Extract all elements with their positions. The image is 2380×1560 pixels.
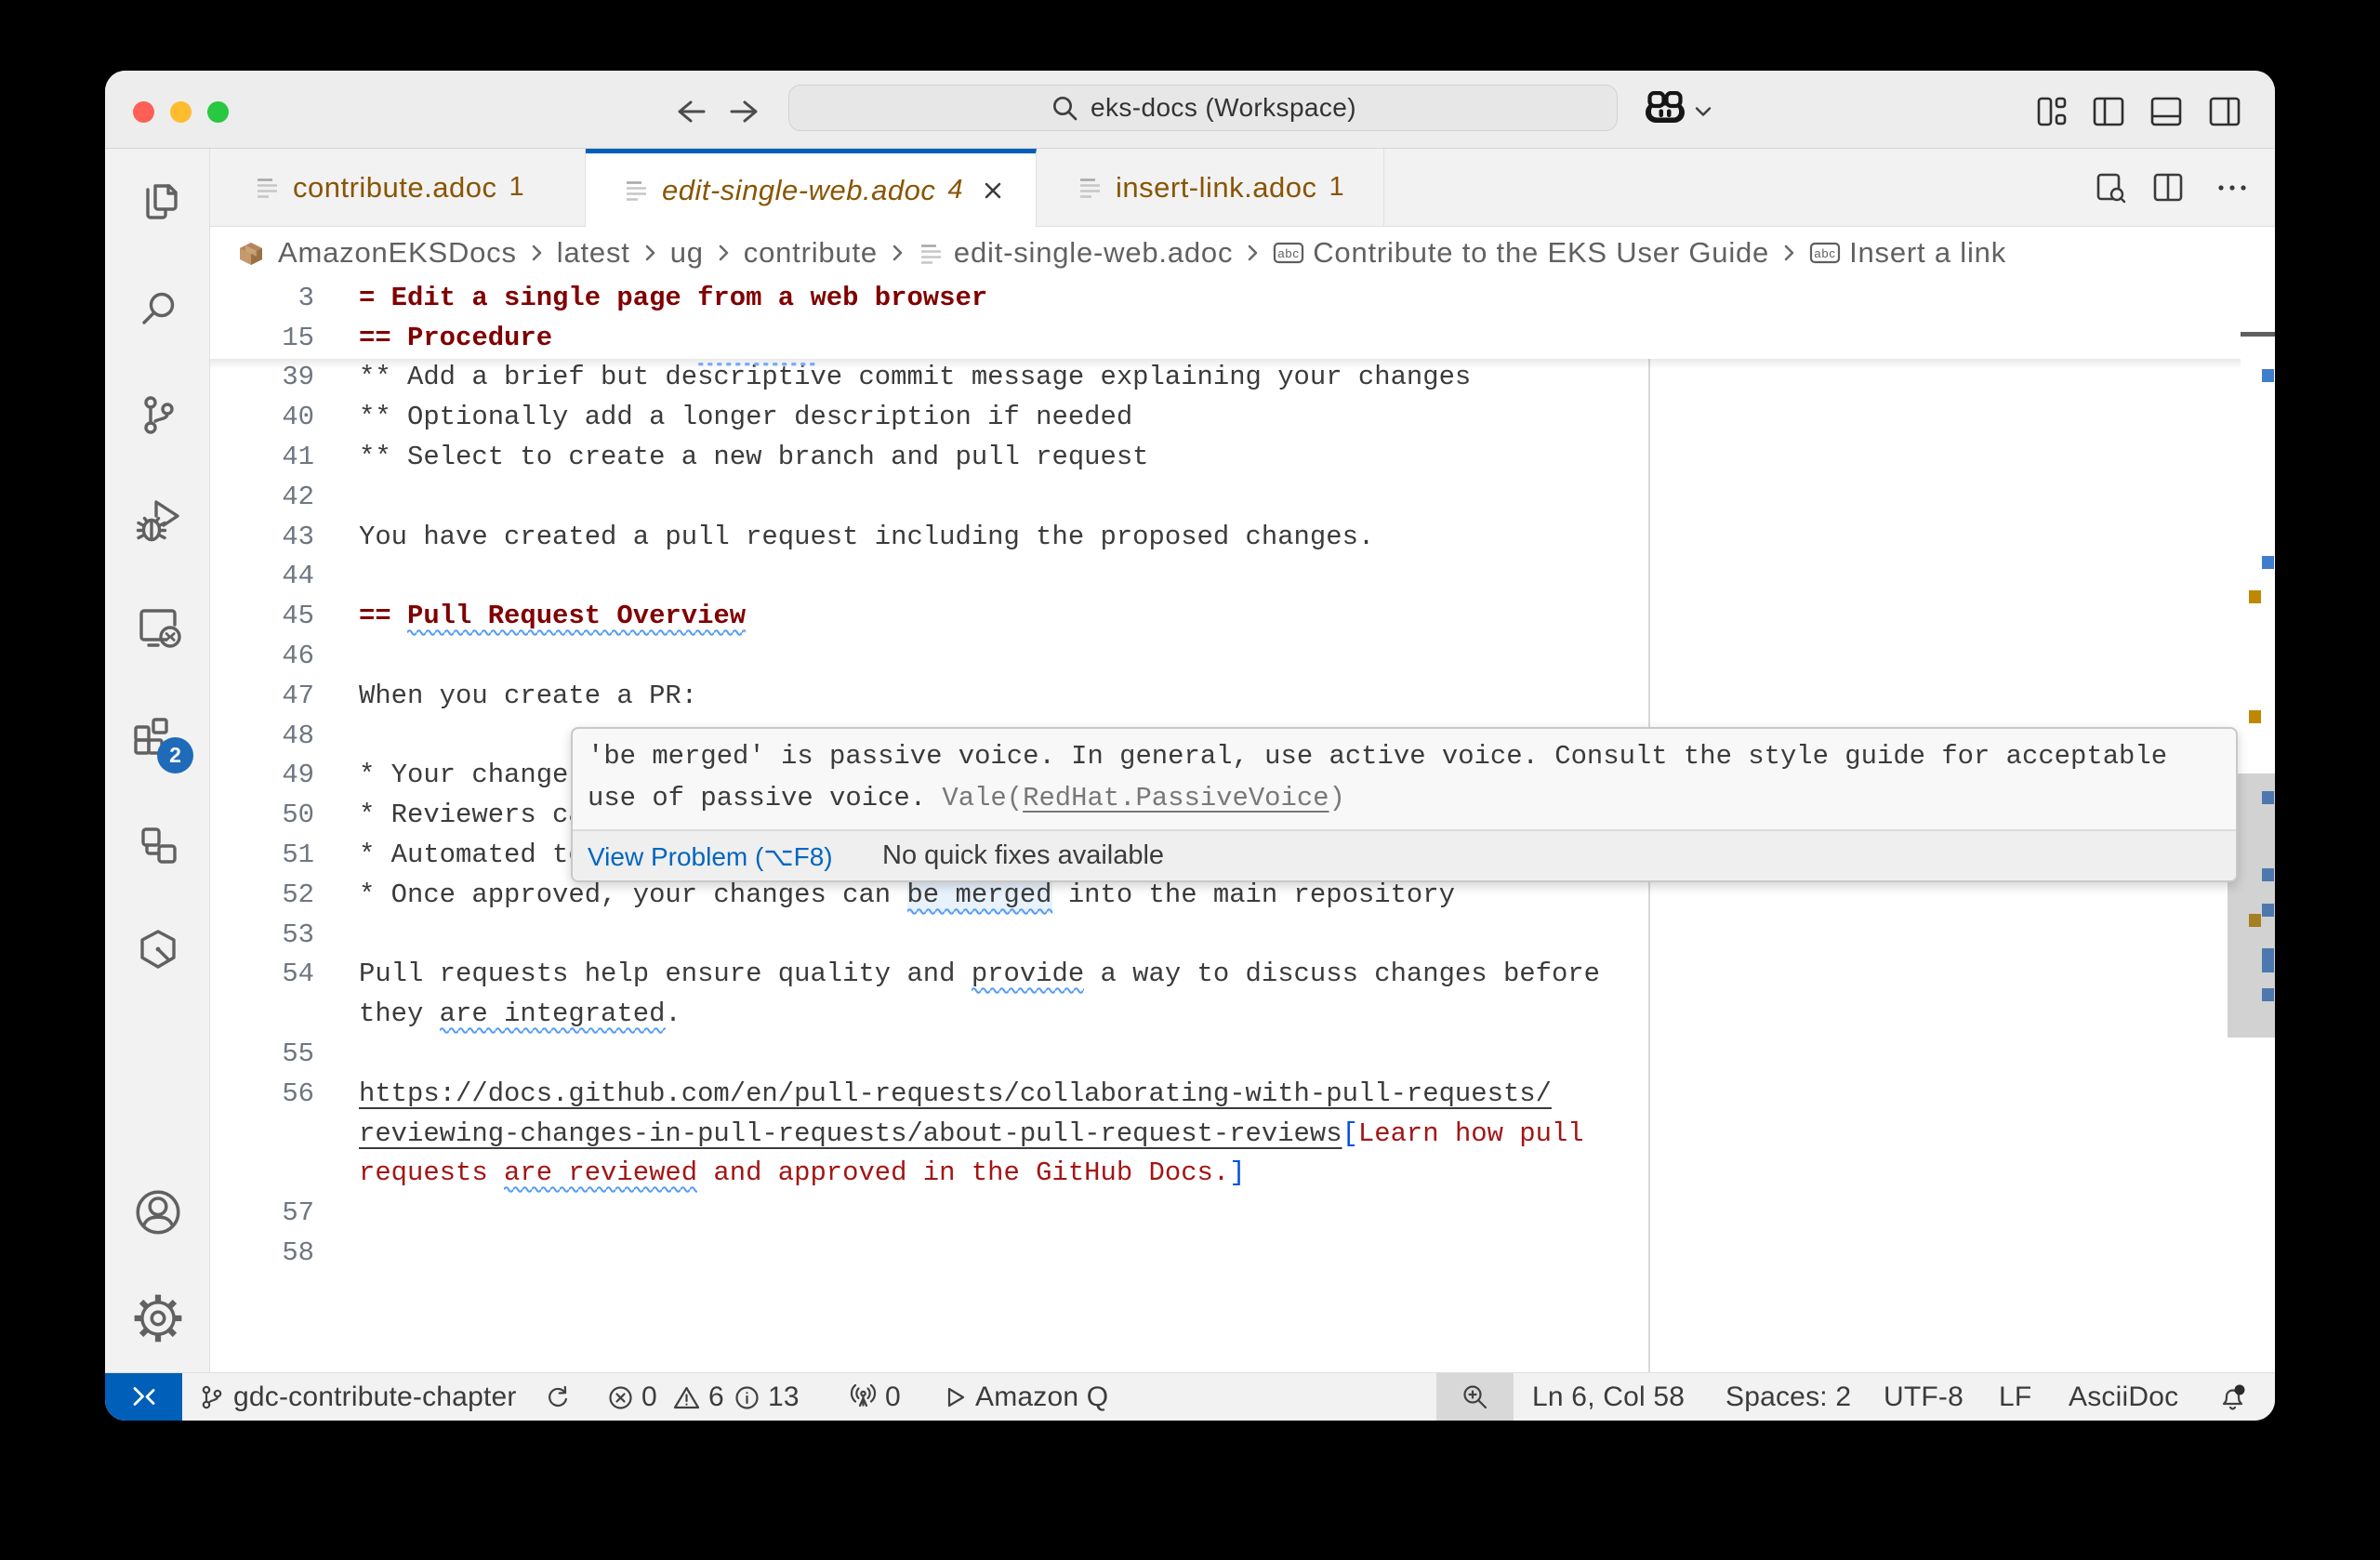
svg-text:abc: abc — [1814, 246, 1835, 260]
svg-text:abc: abc — [1278, 246, 1300, 260]
